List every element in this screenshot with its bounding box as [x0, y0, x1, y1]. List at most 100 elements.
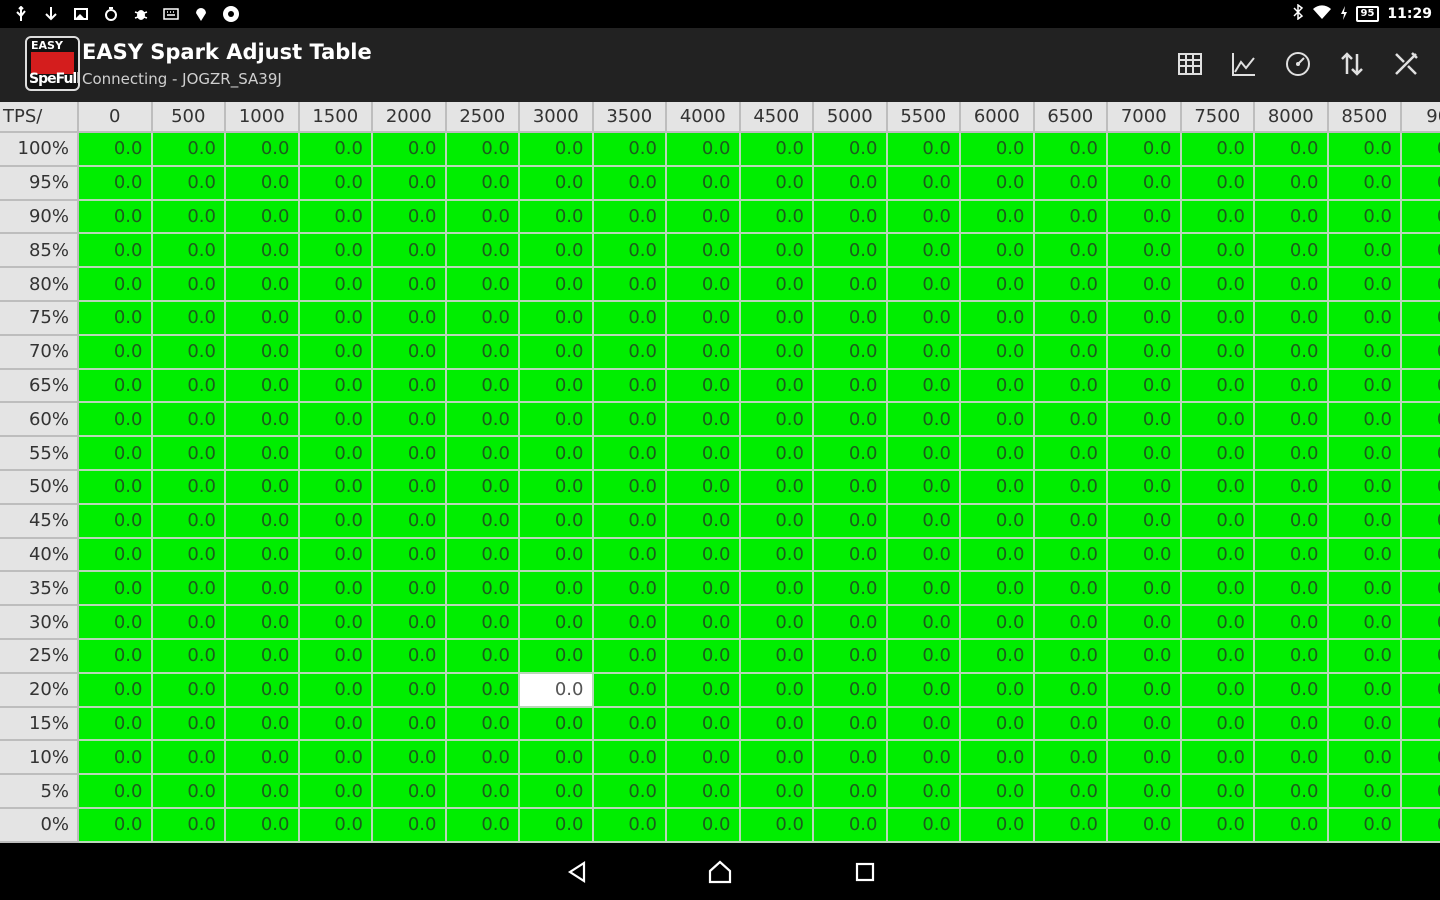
- table-cell[interactable]: 0.0: [1034, 268, 1108, 302]
- table-cell[interactable]: 0.0: [1255, 437, 1329, 471]
- table-cell[interactable]: 0.0: [814, 403, 888, 438]
- table-cell[interactable]: 0.0: [961, 470, 1035, 505]
- table-cell[interactable]: 0.0: [887, 301, 961, 336]
- table-cell[interactable]: 0.0: [1034, 673, 1108, 708]
- table-cell[interactable]: 0.0: [1108, 200, 1182, 235]
- table-cell[interactable]: 0.0: [740, 234, 814, 269]
- table-cell[interactable]: 0.0: [1402, 133, 1440, 167]
- table-cell[interactable]: 0.0: [1402, 572, 1440, 607]
- table-cell[interactable]: 0.0: [1328, 504, 1402, 539]
- table-cell[interactable]: 0.0: [520, 403, 594, 438]
- table-cell[interactable]: 0.0: [1402, 437, 1440, 471]
- table-cell[interactable]: 0.0: [1402, 639, 1440, 674]
- table-cell[interactable]: 0.0: [1255, 741, 1329, 776]
- table-cell[interactable]: 0.0: [593, 166, 667, 201]
- table-cell[interactable]: 0.0: [1181, 538, 1255, 573]
- table-cell[interactable]: 0.0: [1402, 200, 1440, 235]
- table-cell[interactable]: 0.0: [446, 403, 520, 438]
- table-cell[interactable]: 0.0: [79, 538, 153, 573]
- table-cell[interactable]: 0.0: [299, 166, 373, 201]
- table-cell[interactable]: 0.0: [1034, 470, 1108, 505]
- table-cell[interactable]: 0.0: [814, 200, 888, 235]
- table-cell[interactable]: 0.0: [1108, 301, 1182, 336]
- table-cell[interactable]: 0.0: [1255, 133, 1329, 167]
- table-cell[interactable]: 0.0: [1402, 673, 1440, 708]
- table-cell[interactable]: 0.0: [1255, 538, 1329, 573]
- table-cell[interactable]: 0.0: [1255, 707, 1329, 742]
- table-cell[interactable]: 0.0: [667, 606, 741, 640]
- table-cell[interactable]: 0.0: [1255, 775, 1329, 809]
- table-cell[interactable]: 0.0: [961, 808, 1035, 843]
- table-cell[interactable]: 0.0: [299, 437, 373, 471]
- table-cell[interactable]: 0.0: [961, 639, 1035, 674]
- table-cell[interactable]: 0.0: [740, 335, 814, 370]
- table-cell[interactable]: 0.0: [1328, 268, 1402, 302]
- table-cell[interactable]: 0.0: [79, 200, 153, 235]
- table-cell[interactable]: 0.0: [1034, 808, 1108, 843]
- table-cell[interactable]: 0.0: [79, 673, 153, 708]
- table-cell[interactable]: 0.0: [1328, 403, 1402, 438]
- table-cell[interactable]: 0.0: [961, 673, 1035, 708]
- table-cell[interactable]: 0.0: [152, 403, 226, 438]
- table-cell[interactable]: 0.0: [299, 369, 373, 404]
- table-cell[interactable]: 0.0: [152, 808, 226, 843]
- table-cell[interactable]: 0.0: [814, 538, 888, 573]
- table-cell[interactable]: 0.0: [814, 504, 888, 539]
- table-cell[interactable]: 0.0: [814, 268, 888, 302]
- table-cell[interactable]: 0.0: [1034, 200, 1108, 235]
- table-cell[interactable]: 0.0: [1255, 369, 1329, 404]
- table-cell[interactable]: 0.0: [152, 301, 226, 336]
- table-cell[interactable]: 0.0: [1181, 504, 1255, 539]
- table-cell[interactable]: 0.0: [740, 606, 814, 640]
- table-cell[interactable]: 0.0: [887, 166, 961, 201]
- table-cell[interactable]: 0.0: [226, 538, 300, 573]
- tools-button[interactable]: [1390, 48, 1422, 80]
- table-cell[interactable]: 0.0: [520, 470, 594, 505]
- table-cell[interactable]: 0.0: [1402, 403, 1440, 438]
- table-cell[interactable]: 0.0: [814, 572, 888, 607]
- table-cell[interactable]: 0.0: [1034, 133, 1108, 167]
- table-cell[interactable]: 0.0: [299, 268, 373, 302]
- table-cell[interactable]: 0.0: [1255, 572, 1329, 607]
- table-cell[interactable]: 0.0: [667, 301, 741, 336]
- table-cell[interactable]: 0.0: [1328, 133, 1402, 167]
- table-cell[interactable]: 0.0: [520, 133, 594, 167]
- table-cell[interactable]: 0.0: [887, 268, 961, 302]
- table-cell[interactable]: 0.0: [1108, 369, 1182, 404]
- table-cell[interactable]: 0.0: [814, 133, 888, 167]
- table-cell[interactable]: 0.0: [373, 808, 447, 843]
- table-cell[interactable]: 0.0: [814, 775, 888, 809]
- table-cell[interactable]: 0.0: [667, 808, 741, 843]
- table-cell[interactable]: 0.0: [152, 470, 226, 505]
- table-cell[interactable]: 0.0: [373, 504, 447, 539]
- table-cell[interactable]: 0.0: [593, 403, 667, 438]
- back-button[interactable]: [562, 857, 592, 887]
- table-cell[interactable]: 0.0: [1034, 639, 1108, 674]
- table-cell[interactable]: 0.0: [373, 775, 447, 809]
- table-cell[interactable]: 0.0: [1181, 200, 1255, 235]
- table-cell[interactable]: 0.0: [299, 606, 373, 640]
- table-cell[interactable]: 0.0: [1108, 639, 1182, 674]
- table-cell[interactable]: 0.0: [1034, 301, 1108, 336]
- table-cell[interactable]: 0.0: [1181, 234, 1255, 269]
- table-cell[interactable]: 0.0: [1034, 403, 1108, 438]
- table-cell[interactable]: 0.0: [299, 808, 373, 843]
- table-cell[interactable]: 0.0: [1255, 808, 1329, 843]
- table-cell[interactable]: 0.0: [1108, 133, 1182, 167]
- table-cell[interactable]: 0.0: [299, 639, 373, 674]
- table-cell[interactable]: 0.0: [1108, 741, 1182, 776]
- table-cell[interactable]: 0.0: [226, 133, 300, 167]
- table-cell[interactable]: 0.0: [79, 268, 153, 302]
- table-cell[interactable]: 0.0: [299, 707, 373, 742]
- table-cell[interactable]: 0.0: [152, 437, 226, 471]
- table-cell[interactable]: 0.0: [667, 538, 741, 573]
- table-cell[interactable]: 0.0: [373, 470, 447, 505]
- table-cell[interactable]: 0.0: [667, 504, 741, 539]
- table-cell[interactable]: 0.0: [446, 301, 520, 336]
- table-cell[interactable]: 0.0: [152, 673, 226, 708]
- table-cell[interactable]: 0.0: [520, 538, 594, 573]
- table-cell[interactable]: 0.0: [226, 437, 300, 471]
- table-cell[interactable]: 0.0: [887, 133, 961, 167]
- table-cell[interactable]: 0.0: [593, 639, 667, 674]
- table-cell[interactable]: 0.0: [887, 707, 961, 742]
